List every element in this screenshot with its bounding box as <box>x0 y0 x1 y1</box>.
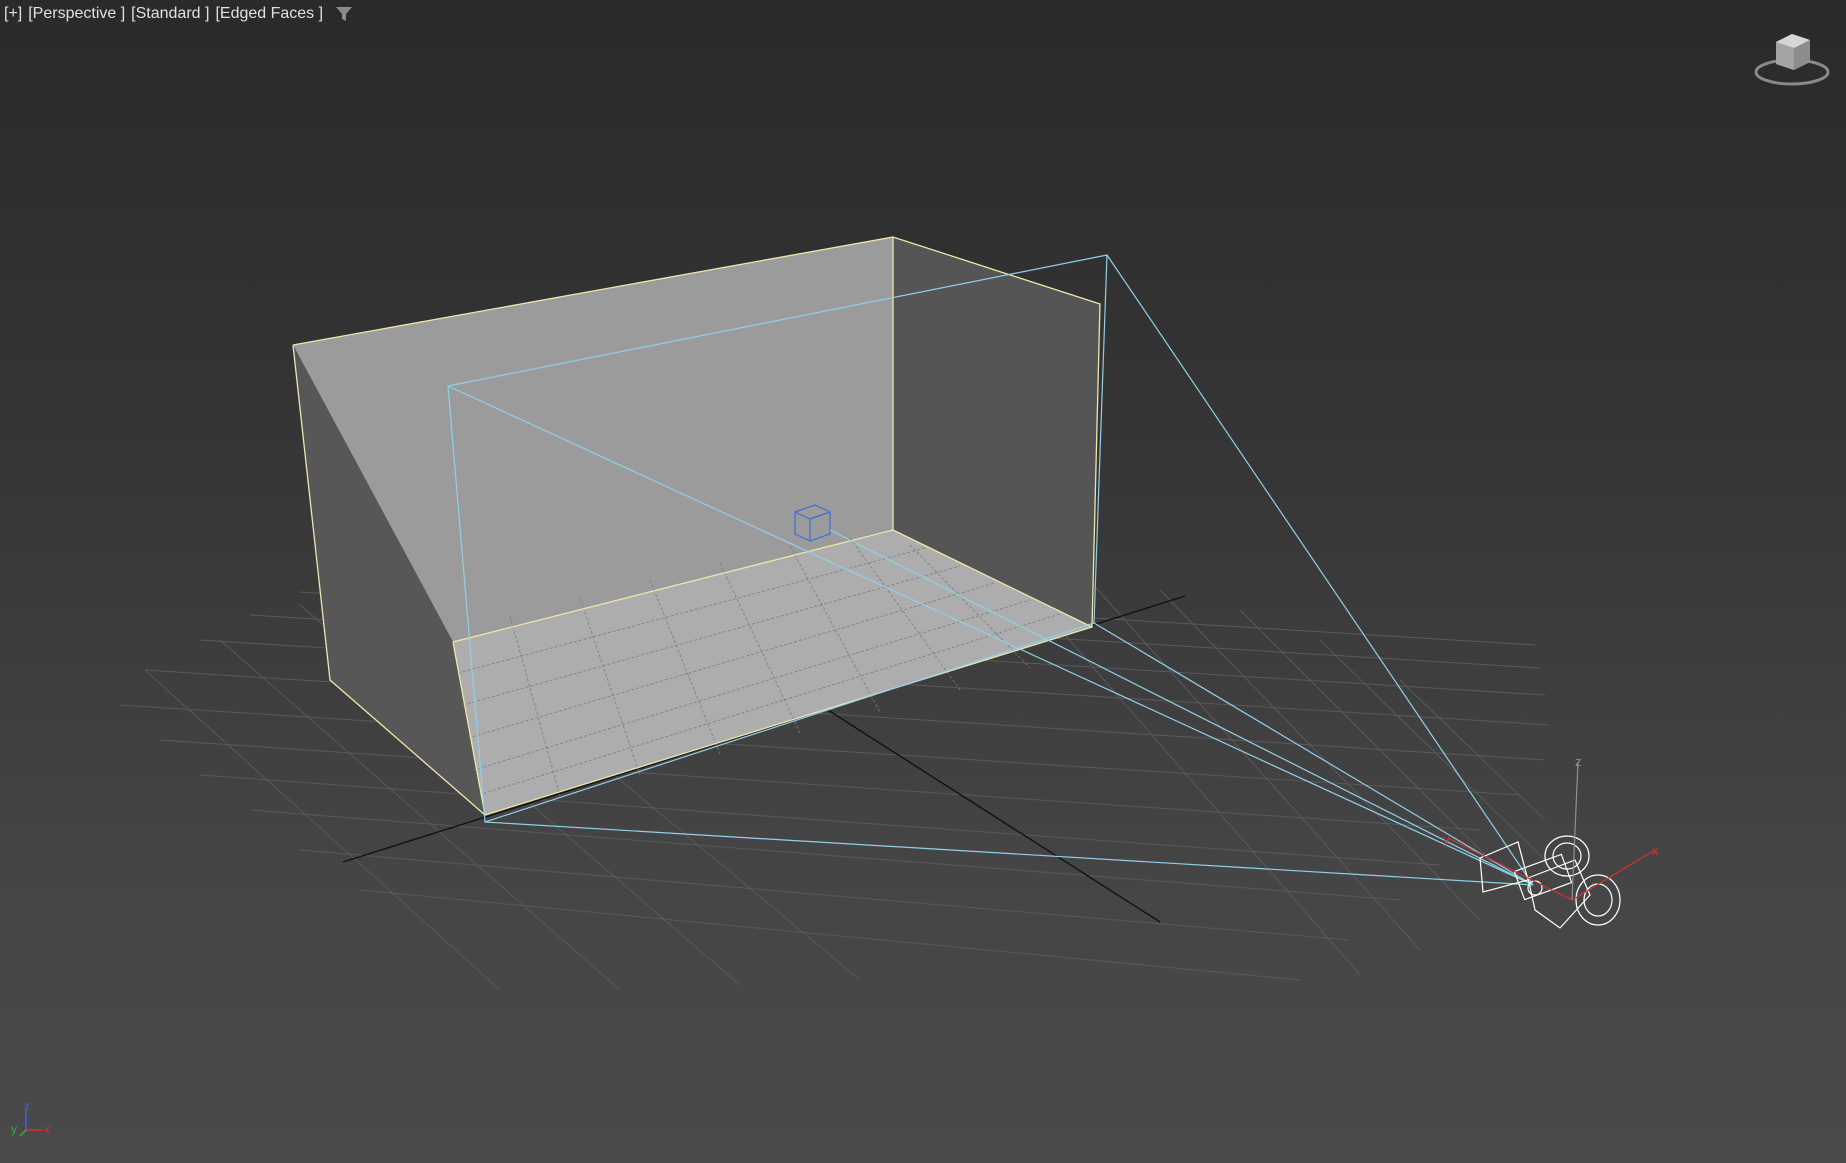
viewport-shading-menu[interactable]: [Standard ] <box>131 5 209 23</box>
viewport-view-menu[interactable]: [Perspective ] <box>28 5 125 23</box>
camera-object <box>1479 835 1621 929</box>
tripod-x-label: x <box>44 1122 50 1136</box>
tripod-y-label: y <box>11 1122 17 1136</box>
perspective-viewport[interactable]: x y z [+] [Perspective ] [Standard ] [Ed… <box>0 0 1846 1163</box>
gizmo-x-label: x <box>1652 843 1659 858</box>
tripod-z-label: z <box>24 1100 30 1113</box>
axis-tripod: z x y <box>11 1100 50 1137</box>
viewport-plus-menu[interactable]: [+] <box>4 5 22 23</box>
scene-canvas[interactable]: x y z <box>0 0 1846 1163</box>
viewport-label-menu: [+] [Perspective ] [Standard ] [Edged Fa… <box>4 5 353 23</box>
camera-gizmo: x y z <box>1443 754 1659 901</box>
viewport-display-menu[interactable]: [Edged Faces ] <box>215 5 323 23</box>
gizmo-y-label: y <box>1443 832 1450 847</box>
gizmo-z-label: z <box>1575 754 1582 769</box>
filter-icon[interactable] <box>335 5 353 23</box>
room-box <box>292 236 1101 816</box>
viewcube-icon[interactable] <box>1750 28 1834 92</box>
